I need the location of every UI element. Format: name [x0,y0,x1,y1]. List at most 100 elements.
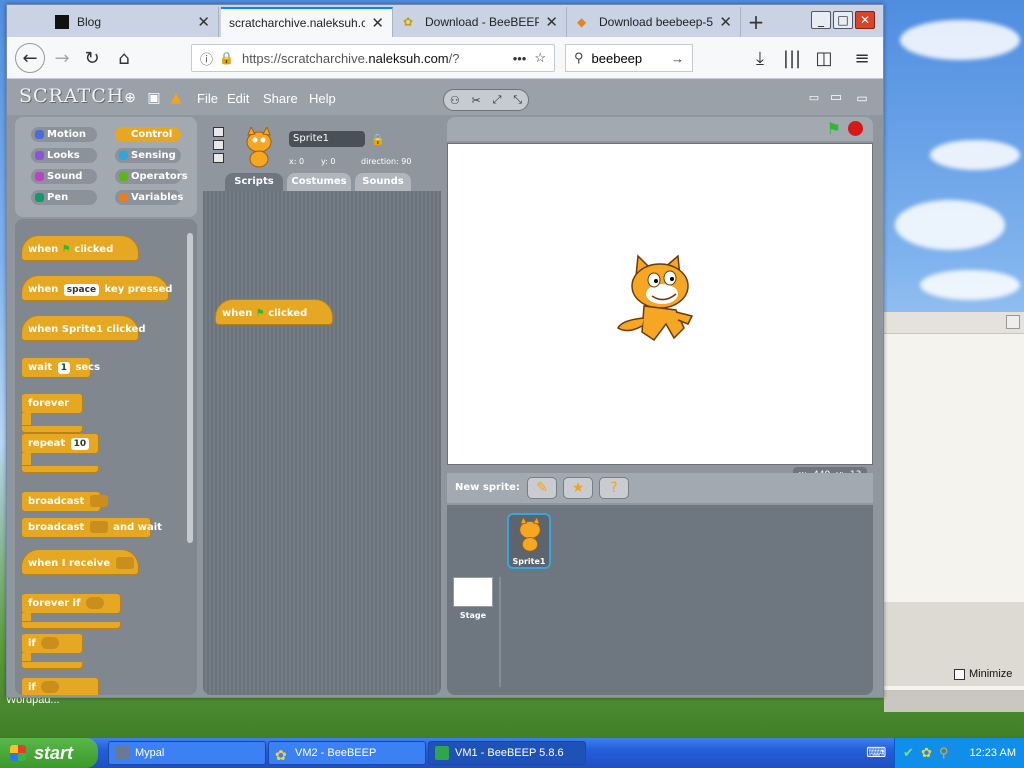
taskbar-vm2-beebeep[interactable]: ✿ VM2 - BeeBEEP [268,741,426,765]
block-repeat[interactable]: repeat 10 [21,433,99,454]
scratch-cat-sprite[interactable] [614,254,708,352]
search-go-arrow-icon[interactable]: → [671,51,684,66]
category-control[interactable]: Control [115,127,181,142]
block-broadcast-and-wait[interactable]: broadcast and wait [21,517,162,538]
tab-blog[interactable]: Blog ✕ [47,7,219,37]
taskbar-vm1-beebeep[interactable]: VM1 - BeeBEEP 5.8.6 [428,741,586,765]
no-rotate-icon[interactable] [213,153,224,163]
block-when-flag-clicked[interactable]: when ⚑ clicked [21,235,139,261]
block-broadcast[interactable]: broadcast [21,491,108,512]
sprite-tile-sprite1[interactable]: Sprite1 [507,513,551,569]
stage-tile[interactable] [453,577,493,607]
page-actions-icon[interactable]: ••• [513,51,527,66]
paint-new-sprite-icon[interactable]: ✎ [527,477,557,499]
tab-scratcharchive[interactable]: scratcharchive.naleksuh.com/ ✕ [221,7,393,37]
category-pen[interactable]: Pen [31,190,97,205]
search-bar[interactable]: ⚲ beebeep → [565,44,693,72]
category-looks[interactable]: Looks [31,148,97,163]
bookmark-star-icon[interactable]: ☆ [534,50,546,66]
category-operators[interactable]: Operators [115,169,188,184]
tab-scripts[interactable]: Scripts [225,173,283,191]
close-tab-icon[interactable]: ✕ [545,13,558,31]
back-arrow-icon[interactable]: ← [15,43,45,73]
beebeep-tray-icon[interactable]: ✿ [921,738,932,768]
forward-arrow-icon[interactable]: → [49,45,75,71]
block-if-else[interactable]: if [21,677,99,695]
scripts-area[interactable]: when ⚑ clicked [203,191,441,695]
close-tab-icon[interactable]: ✕ [371,14,384,32]
grow-tool-icon[interactable]: ⤢ [493,93,502,107]
small-stage-icon[interactable]: ▭ [805,89,823,107]
rotate-icon[interactable] [213,127,224,137]
keyboard-icon[interactable]: ⌨ [866,745,886,761]
choose-sprite-file-icon[interactable]: ★ [563,477,593,499]
green-flag-icon[interactable]: ⚑ [827,121,841,137]
block-when-sprite-clicked[interactable]: when Sprite1 clicked [21,315,146,341]
menu-help[interactable]: Help [309,91,336,106]
bg-window-button[interactable] [1006,315,1020,329]
close-tab-icon[interactable]: ✕ [719,13,732,31]
block-if[interactable]: if [21,633,83,654]
menu-share[interactable]: Share [263,91,298,106]
window-close-button[interactable]: ✕ [855,11,875,29]
start-button[interactable]: start [0,738,98,768]
tab-download-beebeep-586[interactable]: ◆ Download beebeep-5.8.6 ✕ [569,7,741,37]
window-minimize-button[interactable]: _ [811,11,831,29]
minimize-checkbox[interactable] [954,668,965,680]
stop-icon[interactable] [848,121,863,136]
tab-sounds[interactable]: Sounds [355,173,411,191]
duplicate-tool-icon[interactable]: ⚇ [450,94,460,107]
background-window[interactable]: Minimize [884,312,1024,712]
reload-icon[interactable]: ↻ [79,45,105,71]
flip-icon[interactable] [213,140,224,150]
sidebar-icon[interactable]: ◫ [811,45,837,71]
home-icon[interactable]: ⌂ [111,45,137,71]
tab-download-beebeep[interactable]: ✿ Download - BeeBEEP - N ✕ [395,7,567,37]
downloads-icon[interactable]: ⤓ [747,45,773,71]
menu-edit[interactable]: Edit [227,91,249,106]
palette-scrollbar[interactable] [187,233,193,543]
normal-stage-icon[interactable]: ▭ [827,89,845,107]
close-tab-icon[interactable]: ✕ [197,13,210,31]
menu-hamburger-icon[interactable]: ≡ [849,45,875,71]
search-input[interactable]: beebeep [592,51,671,66]
share-icon[interactable]: ▲ [167,89,185,107]
block-forever-if[interactable]: forever if [21,593,121,614]
save-icon[interactable]: ▣ [145,89,163,107]
menu-file[interactable]: File [197,91,218,106]
category-sound[interactable]: Sound [31,169,97,184]
category-sensing[interactable]: Sensing [115,148,181,163]
shrink-tool-icon[interactable]: ⤡ [513,93,522,107]
block-when-i-receive[interactable]: when I receive [21,549,139,575]
block-wait-secs[interactable]: wait 1 secs [21,357,100,378]
window-maximize-button[interactable]: □ [833,11,853,29]
stage[interactable] [447,143,873,465]
cursor-tools: ⚇ ✂ ⤢ ⤡ [443,89,529,111]
category-motion[interactable]: Motion [31,127,97,142]
block-when-key-pressed[interactable]: when space key pressed [21,275,172,301]
lock-icon[interactable]: 🔒 [371,133,385,146]
script-when-flag-clicked[interactable]: when ⚑ clicked [215,299,333,325]
search-tray-icon[interactable]: ⚲ [939,738,949,768]
firefox-window[interactable]: Blog ✕ scratcharchive.naleksuh.com/ ✕ ✿ … [6,4,884,698]
sprite-name-field[interactable]: Sprite1 [289,131,365,147]
presentation-mode-icon[interactable]: ▭ [853,89,871,107]
network-icon[interactable]: ✔ [903,738,914,768]
url-bar[interactable]: ⓘ 🔒 https://scratcharchive.naleksuh.com/… [191,44,555,72]
category-variables[interactable]: Variables [115,190,183,205]
block-forever[interactable]: forever [21,393,83,414]
tab-costumes[interactable]: Costumes [287,173,351,191]
bg-window-titlebar[interactable] [884,312,1024,334]
delete-tool-icon[interactable]: ✂ [472,94,481,107]
minimize-checkbox-label: Minimize [954,668,1012,680]
url-text[interactable]: https://scratcharchive.naleksuh.com/? [242,51,505,66]
clock[interactable]: 12:23 AM [970,747,1016,759]
new-tab-button[interactable]: + [743,9,769,35]
random-sprite-icon[interactable]: ? [599,477,629,499]
tab-bar: Blog ✕ scratcharchive.naleksuh.com/ ✕ ✿ … [7,5,883,37]
library-icon[interactable]: ||| [779,45,805,71]
globe-icon[interactable]: ⊕ [121,89,139,107]
lock-icon[interactable]: 🔒 [219,51,234,65]
info-icon[interactable]: ⓘ [200,49,213,68]
taskbar-mypal[interactable]: Mypal [108,741,266,765]
